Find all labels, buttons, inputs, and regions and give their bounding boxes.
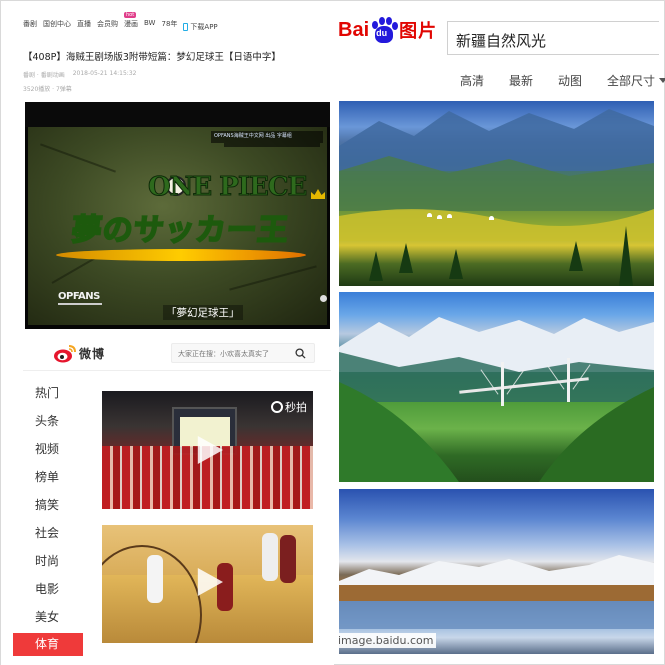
channel-ranking[interactable]: 榜单 (13, 463, 83, 491)
caption-bg (224, 143, 320, 147)
landscape-mountains (339, 109, 654, 241)
video-title: 【408P】海贼王剧场版3附带短篇：梦幻足球王【日语中字】 (23, 52, 281, 63)
weibo-panel: 微博 大家正在搜：小欢喜太真实了 热门 头条 视频 榜单 搞笑 社会 时尚 电影… (1, 337, 334, 665)
bridge-pylon (501, 362, 504, 406)
channel-sports[interactable]: 体育 (13, 633, 83, 656)
yurt (447, 214, 452, 218)
baidu-logo[interactable]: Bai du 图片 (338, 17, 437, 43)
channel-beauty[interactable]: 美女 (13, 603, 83, 631)
baidu-logo-bai: Bai (338, 18, 370, 41)
player-screen[interactable]: OPFANS海贼王中文网 出品 字幕组 ONE PIECE 夢のサッカー王 OP… (28, 127, 327, 325)
download-app-label: 下载APP (190, 23, 218, 31)
channel-society[interactable]: 社会 (13, 519, 83, 547)
fansub-underline (58, 303, 102, 305)
channel-fashion[interactable]: 时尚 (13, 547, 83, 575)
nav-item-live[interactable]: 直播 (77, 19, 91, 35)
baidu-logo-du: du (376, 28, 388, 38)
filter-hd[interactable]: 高清 (460, 72, 484, 89)
weibo-brand[interactable]: 微博 (79, 345, 105, 362)
nav-item-bw[interactable]: BW (144, 19, 155, 35)
baidu-search-input[interactable]: 新疆自然风光 (447, 21, 659, 55)
chevron-down-icon (659, 78, 665, 83)
bridge-pylon (567, 358, 570, 402)
tree (619, 226, 633, 286)
tree (569, 241, 583, 271)
paw-icon: du (370, 17, 399, 43)
nav-item-guochuang[interactable]: 国创中心 (43, 19, 71, 35)
weibo-channel-nav: 热门 头条 视频 榜单 搞笑 社会 时尚 电影 美女 体育 (13, 379, 83, 656)
basketball-player (147, 555, 163, 603)
basketball-player (262, 533, 278, 581)
collage-frame: 番剧 国创中心 直播 会员购 hot 漫画 BW 78年 下载APP 【408P】… (0, 0, 665, 665)
player-control-dot[interactable] (320, 295, 327, 302)
nav-item-manga-label: 漫画 (124, 20, 138, 28)
crown-icon (311, 189, 325, 199)
search-icon[interactable] (295, 348, 306, 359)
map-texture (229, 265, 317, 291)
search-result-image[interactable] (339, 101, 654, 286)
landscape-lake (339, 555, 654, 629)
search-result-image[interactable] (339, 489, 654, 654)
nav-item-download-app[interactable]: 下载APP (183, 19, 218, 35)
channel-hot[interactable]: 热门 (13, 379, 83, 407)
phone-icon (183, 23, 189, 31)
video-player[interactable]: OPFANS海贼王中文网 出品 字幕组 ONE PIECE 夢のサッカー王 OP… (25, 102, 330, 329)
video-source-label: 秒拍 (285, 401, 307, 414)
nav-item-78[interactable]: 78年 (161, 19, 177, 35)
map-texture (40, 143, 116, 173)
nav-item-anime[interactable]: 番剧 (23, 19, 37, 35)
filter-size-dropdown[interactable]: 全部尺寸 (607, 72, 665, 89)
channel-video[interactable]: 视频 (13, 435, 83, 463)
nav-item-shop[interactable]: 会员购 (97, 19, 118, 35)
tree (449, 249, 463, 279)
video-stats: 3520播放 · 7弹幕 (23, 86, 72, 93)
video-category[interactable]: 番剧 · 番剧动画 (23, 70, 65, 79)
weibo-header: 微博 大家正在搜：小欢喜太真实了 (23, 337, 331, 371)
weibo-search-input[interactable]: 大家正在搜：小欢喜太真实了 (171, 343, 315, 363)
video-meta: 番剧 · 番剧动画 2018-05-21 14:15:32 (23, 70, 136, 79)
one-piece-logo: ONE PIECE (147, 172, 307, 203)
video-thumbnail[interactable]: 秒拍 (102, 391, 313, 509)
watermark: image.baidu.com (335, 633, 437, 648)
yurt (427, 213, 432, 217)
player-caption: OPFANS海贼王中文网 出品 字幕组 (214, 133, 292, 139)
miaopai-icon (271, 401, 283, 413)
video-source-badge: 秒拍 (271, 399, 307, 415)
video-subtitle: 「夢幻足球王」 (163, 305, 243, 320)
channel-headline[interactable]: 头条 (13, 407, 83, 435)
fansub-logo: OPFANS (58, 291, 100, 302)
title-swoosh (56, 249, 306, 261)
baidu-filter-bar: 高清 最新 动图 全部尺寸 (460, 72, 665, 89)
filter-animated[interactable]: 动图 (558, 72, 582, 89)
hot-badge: hot (124, 12, 137, 18)
baidu-logo-images: 图片 (399, 21, 438, 42)
video-site-panel: 番剧 国创中心 直播 会员购 hot 漫画 BW 78年 下载APP 【408P】… (13, 9, 333, 337)
baidu-search-query: 新疆自然风光 (456, 32, 547, 50)
video-date: 2018-05-21 14:15:32 (72, 70, 137, 77)
basketball-player (217, 563, 233, 611)
filter-latest[interactable]: 最新 (509, 72, 533, 89)
basketball-player (280, 535, 296, 583)
weibo-search-placeholder: 大家正在搜：小欢喜太真实了 (178, 350, 269, 358)
paw-toe (379, 17, 386, 25)
player-top-bar (25, 102, 330, 127)
yurt (437, 215, 442, 219)
channel-funny[interactable]: 搞笑 (13, 491, 83, 519)
filter-size-label: 全部尺寸 (607, 74, 656, 88)
tree (369, 251, 383, 281)
tree (399, 243, 413, 273)
search-result-image[interactable] (339, 292, 654, 482)
paw-toe (392, 22, 399, 30)
nav-item-manga[interactable]: hot 漫画 (124, 12, 138, 35)
weibo-logo-icon[interactable] (53, 344, 77, 364)
movie-title: 夢のサッカー王 (69, 212, 292, 249)
yurt (489, 216, 494, 220)
video-thumbnail[interactable] (102, 525, 313, 643)
channel-movie[interactable]: 电影 (13, 575, 83, 603)
top-nav: 番剧 国创中心 直播 会员购 hot 漫画 BW 78年 下载APP (23, 12, 218, 35)
